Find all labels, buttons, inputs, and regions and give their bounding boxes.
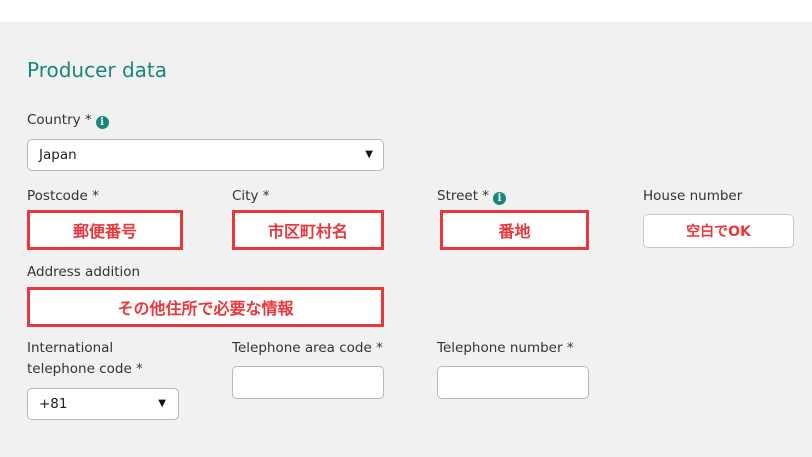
country-select[interactable]: Japan ▼ — [27, 139, 384, 171]
street-label-text: Street * — [437, 188, 490, 204]
area-code-input[interactable] — [232, 366, 384, 399]
address-addition-field[interactable]: その他住所で必要な情報 — [27, 287, 384, 327]
house-number-annotation: 空白でOK — [686, 224, 751, 240]
phone-number-input[interactable] — [437, 366, 589, 399]
chevron-down-icon: ▼ — [158, 398, 166, 409]
city-field[interactable]: 市区町村名 — [232, 210, 384, 250]
chevron-down-icon: ▼ — [365, 149, 373, 160]
info-icon[interactable]: i — [95, 116, 109, 129]
street-field[interactable]: 番地 — [440, 210, 589, 250]
section-title: Producer data — [27, 58, 168, 82]
postcode-field[interactable]: 郵便番号 — [27, 210, 183, 250]
info-icon[interactable]: i — [493, 192, 507, 205]
city-annotation: 市区町村名 — [267, 222, 348, 241]
postcode-annotation: 郵便番号 — [72, 222, 137, 241]
house-number-label: House number — [643, 188, 743, 204]
intl-code-label-line1: International — [27, 340, 114, 356]
address-addition-annotation: その他住所で必要な情報 — [117, 299, 294, 318]
house-number-field[interactable]: 空白でOK — [643, 214, 794, 248]
phone-number-label: Telephone number * — [437, 340, 574, 356]
country-label-text: Country * — [27, 112, 92, 128]
intl-code-label-line2: telephone code * — [27, 361, 143, 377]
postcode-label: Postcode * — [27, 188, 99, 204]
intl-code-select[interactable]: +81 ▼ — [27, 388, 179, 420]
city-label: City * — [232, 188, 270, 204]
country-select-value: Japan — [39, 147, 77, 163]
street-label: Street * i — [437, 186, 507, 207]
address-addition-label: Address addition — [27, 264, 141, 280]
area-code-label: Telephone area code * — [232, 340, 383, 356]
street-annotation: 番地 — [498, 222, 531, 241]
country-label: Country * i — [27, 110, 109, 131]
intl-code-select-value: +81 — [39, 396, 68, 412]
